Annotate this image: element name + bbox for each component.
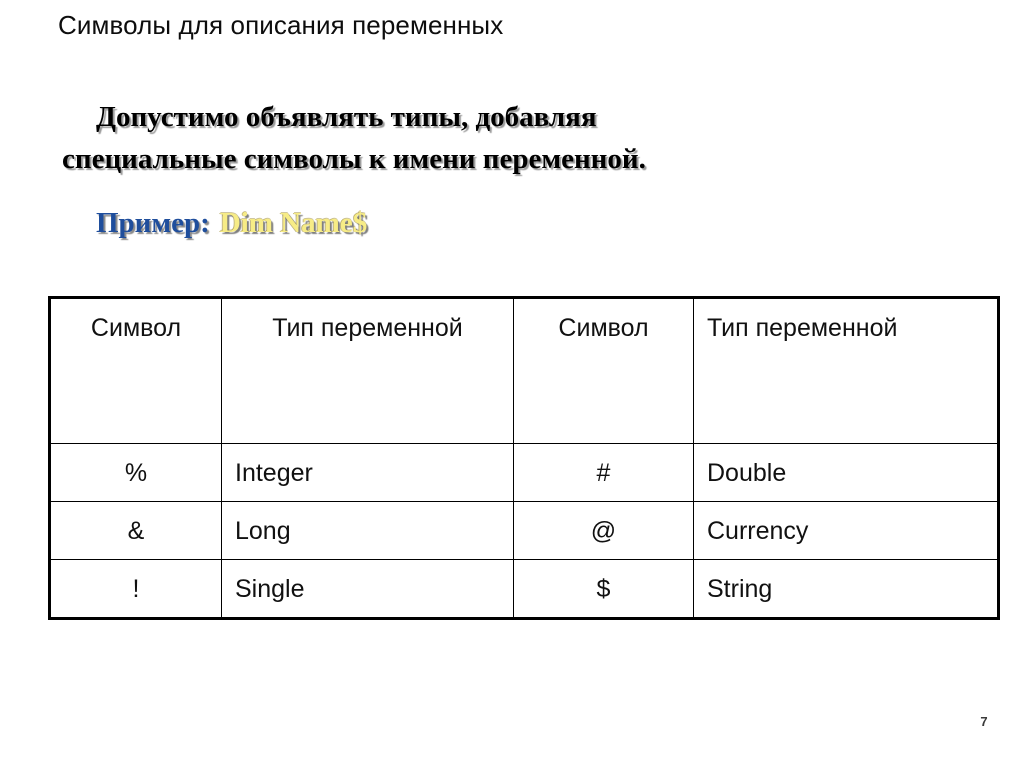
cell-type-left: Integer <box>221 443 514 502</box>
table-header-symbol-right: Символ <box>513 297 694 444</box>
table-row: & Long @ Currency <box>49 501 999 560</box>
cell-symbol-right: $ <box>513 559 694 619</box>
example-line: Пример: Dim Name$ <box>96 206 367 240</box>
table-header-symbol-left: Символ <box>49 297 222 444</box>
symbol-type-table-container: Символ Тип переменной Символ Тип перемен… <box>48 296 1000 620</box>
cell-type-right: String <box>693 559 999 619</box>
cell-type-left: Single <box>221 559 514 619</box>
symbol-type-table: Символ Тип переменной Символ Тип перемен… <box>48 296 1000 620</box>
page-number: 7 <box>980 714 988 729</box>
table-row: % Integer # Double <box>49 443 999 502</box>
cell-type-right: Currency <box>693 501 999 560</box>
example-code: Dim Name$ <box>219 207 368 239</box>
cell-symbol-left: & <box>49 501 222 560</box>
table-row: ! Single $ String <box>49 559 999 619</box>
cell-symbol-right: @ <box>513 501 694 560</box>
table-header-type-left: Тип переменной <box>221 297 514 444</box>
cell-symbol-left: % <box>49 443 222 502</box>
page-title: Символы для описания переменных <box>58 10 504 40</box>
cell-type-right: Double <box>693 443 999 502</box>
table-header-type-right: Тип переменной <box>693 297 999 444</box>
table-header-row: Символ Тип переменной Символ Тип перемен… <box>49 297 999 444</box>
cell-type-left: Long <box>221 501 514 560</box>
body-paragraph-line-1: Допустимо объявлять типы, добавляя <box>96 101 597 133</box>
body-paragraph: Допустимо объявлять типы, добавляя специ… <box>62 96 942 180</box>
cell-symbol-left: ! <box>49 559 222 619</box>
example-label: Пример: <box>96 207 210 239</box>
cell-symbol-right: # <box>513 443 694 502</box>
body-paragraph-line-2: специальные символы к имени переменной. <box>62 143 646 175</box>
